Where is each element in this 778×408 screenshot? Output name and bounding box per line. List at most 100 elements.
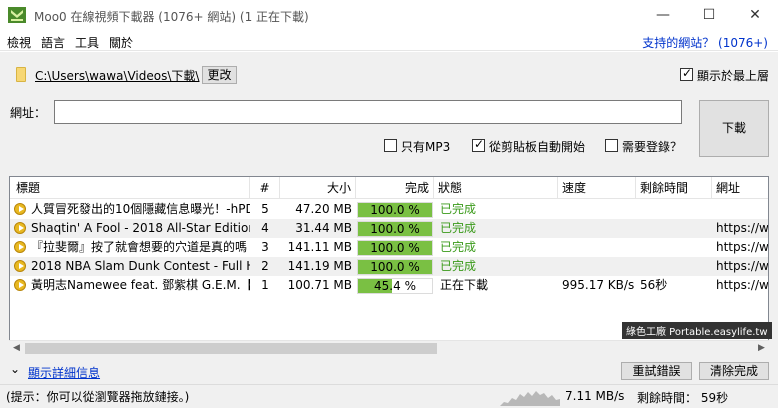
column-header-remaining[interactable]: 剩餘時間	[636, 177, 712, 199]
column-header-title[interactable]: 標題	[10, 177, 250, 199]
row-speed	[558, 238, 636, 257]
change-folder-button[interactable]: 更改	[202, 66, 237, 84]
window-title: Moo0 在線視頻下載器 (1076+ 網站) (1 正在下載)	[34, 10, 309, 24]
video-file-icon	[14, 203, 26, 215]
menu-bar: 檢視 語言 工具 關於 支持的網站？ (1076+)	[0, 31, 778, 51]
row-url: https://ww	[716, 278, 769, 292]
folder-icon	[16, 67, 26, 82]
url-input[interactable]	[54, 100, 682, 124]
mp3-only-checkbox[interactable]	[384, 139, 397, 152]
column-header-size[interactable]: 大小	[280, 177, 356, 199]
row-speed: 995.17 KB/s	[562, 278, 635, 292]
row-speed	[558, 257, 636, 276]
row-number: 4	[261, 221, 269, 235]
row-remaining	[636, 200, 712, 219]
row-number: 3	[261, 240, 269, 254]
row-speed	[558, 219, 636, 238]
video-file-icon	[14, 260, 26, 272]
row-progress-text: 100.0 %	[370, 222, 420, 236]
table-row[interactable]: Shaqtin' A Fool - 2018 All-Star Edition …	[10, 219, 769, 238]
row-progress-text: 100.0 %	[370, 260, 420, 274]
table-row[interactable]: 2018 NBA Slam Dunk Contest - Full Higl 2 1…	[10, 257, 769, 276]
video-file-icon	[14, 241, 26, 253]
menu-about[interactable]: 關於	[109, 34, 133, 51]
clear-completed-button[interactable]: 清除完成	[699, 362, 769, 380]
row-progress-bar: 100.0 %	[357, 259, 433, 275]
login-required-checkbox[interactable]	[605, 139, 618, 152]
row-status: 已完成	[440, 221, 477, 235]
mp3-only-label: 只有MP3	[401, 140, 451, 154]
table-row[interactable]: 『拉斐爾』按了就會想要的穴道是真的嗎 3 141.11 MB 100.0 % 已完成 ht…	[10, 238, 768, 257]
download-folder-path[interactable]: C:\Users\wawa\Videos\下載\	[35, 67, 199, 84]
supported-sites-link[interactable]: 支持的網站？ (1076+)	[642, 34, 768, 51]
list-header: 標題 # 大小 完成 狀態 速度 剩餘時間 網址	[10, 177, 768, 199]
row-progress-bar: 45.4 %	[357, 278, 433, 294]
scroll-right-arrow-icon[interactable]: ▶	[754, 341, 769, 356]
url-label: 網址：	[10, 106, 47, 120]
row-speed	[558, 200, 636, 219]
total-speed: 7.11 MB/s	[565, 389, 625, 403]
clipboard-autostart-checkbox[interactable]	[472, 137, 485, 152]
speed-graph	[500, 391, 560, 406]
row-progress-text: 45.4 %	[374, 279, 416, 293]
row-url: https://ww	[716, 259, 769, 273]
row-status: 已完成	[440, 259, 477, 273]
column-header-speed[interactable]: 速度	[558, 177, 636, 199]
row-title: 『拉斐爾』按了就會想要的穴道是真的嗎	[31, 240, 248, 254]
row-url: https://ww	[716, 221, 769, 235]
row-title: 黃明志Namewee feat. 鄧紫棋 G.E.M.【漂	[31, 278, 250, 292]
close-button[interactable]: ✕	[732, 0, 778, 31]
video-file-icon	[14, 279, 26, 291]
row-remaining	[636, 257, 712, 276]
table-row[interactable]: 黃明志Namewee feat. 鄧紫棋 G.E.M.【漂 1 100.71 MB 4…	[10, 276, 769, 295]
app-logo-icon	[8, 7, 26, 23]
row-status: 正在下載	[440, 278, 489, 292]
row-size: 141.19 MB	[287, 259, 352, 273]
column-header-status[interactable]: 狀態	[434, 177, 558, 199]
minimize-button[interactable]: —	[640, 0, 686, 31]
scrollbar-thumb[interactable]	[25, 343, 437, 354]
row-size: 47.20 MB	[295, 202, 352, 216]
column-header-url[interactable]: 網址	[712, 177, 768, 199]
always-on-top-label: 顯示於最上層	[697, 69, 770, 83]
row-progress-text: 100.0 %	[370, 241, 420, 255]
clipboard-autostart-label: 從剪貼板自動開始	[489, 140, 586, 154]
show-details-link[interactable]: 顯示詳細信息	[28, 364, 100, 381]
always-on-top-checkbox[interactable]	[680, 66, 693, 81]
row-size: 100.71 MB	[287, 278, 352, 292]
drag-drop-hint: (提示：你可以從瀏覽器拖放鏈接。)	[6, 390, 190, 404]
column-header-number[interactable]: #	[250, 177, 280, 199]
video-file-icon	[14, 222, 26, 234]
row-remaining	[636, 238, 712, 257]
login-required-label: 需要登錄？	[622, 140, 683, 154]
total-remaining-time: 剩餘時間： 59秒	[637, 391, 729, 405]
row-number: 1	[261, 278, 269, 292]
watermark: 綠色工廠 Portable.easylife.tw	[622, 322, 772, 339]
row-size: 31.44 MB	[295, 221, 352, 235]
chevron-down-icon[interactable]: ⌄	[10, 362, 20, 376]
row-progress-text: 100.0 %	[370, 203, 420, 217]
row-title: 2018 NBA Slam Dunk Contest - Full Higl	[31, 259, 250, 273]
scroll-left-arrow-icon[interactable]: ◀	[9, 341, 24, 356]
row-remaining	[636, 219, 712, 238]
title-bar: Moo0 在線視頻下載器 (1076+ 網站) (1 正在下載) — ☐ ✕	[0, 0, 778, 31]
row-title: Shaqtin' A Fool - 2018 All-Star Edition …	[31, 221, 250, 235]
row-progress-bar: 100.0 %	[357, 202, 433, 218]
row-progress-bar: 100.0 %	[357, 221, 433, 237]
row-remaining: 56秒	[640, 278, 668, 292]
column-header-complete[interactable]: 完成	[356, 177, 434, 199]
row-number: 2	[261, 259, 269, 273]
row-url	[712, 200, 768, 219]
horizontal-scrollbar[interactable]: ◀ ▶	[9, 340, 769, 355]
retry-errors-button[interactable]: 重試錯誤	[621, 362, 692, 380]
row-number: 5	[261, 202, 269, 216]
download-button[interactable]: 下載	[699, 100, 769, 157]
row-size: 141.11 MB	[287, 240, 352, 254]
menu-view[interactable]: 檢視	[7, 34, 31, 51]
row-status: 已完成	[440, 240, 477, 254]
table-row[interactable]: 人質冒死發出的10個隱藏信息曝光！-hPD 5 47.20 MB 100.0 % 已完成	[10, 200, 768, 219]
row-progress-bar: 100.0 %	[357, 240, 433, 256]
menu-language[interactable]: 語言	[41, 34, 65, 51]
menu-tools[interactable]: 工具	[75, 34, 99, 51]
maximize-button[interactable]: ☐	[686, 0, 732, 31]
